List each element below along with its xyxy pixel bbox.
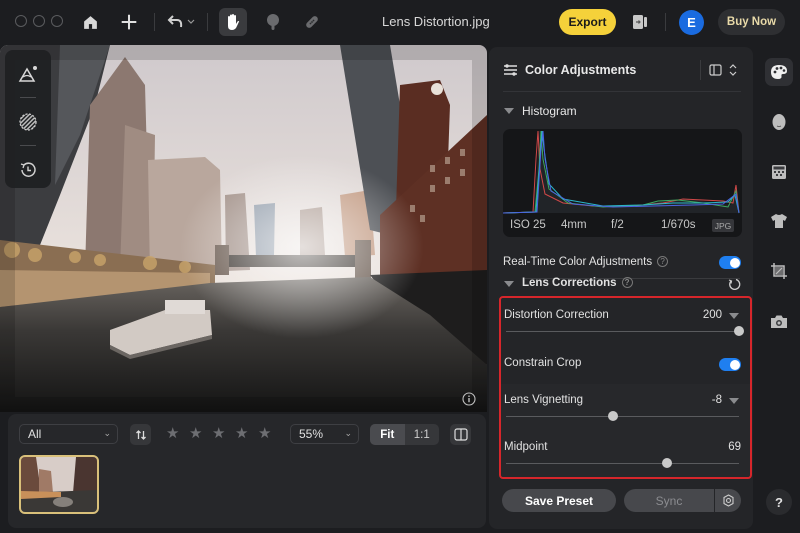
- panel-divider: [503, 91, 741, 92]
- zoom-dropdown[interactable]: 55% ⌄: [290, 424, 359, 444]
- export-button[interactable]: Export: [559, 9, 616, 35]
- filmstrip-thumbnail[interactable]: [19, 455, 99, 514]
- history-button[interactable]: [16, 158, 40, 182]
- histogram-heading: Histogram: [522, 104, 577, 118]
- one-to-one-button[interactable]: 1:1: [405, 424, 440, 445]
- filter-dropdown[interactable]: All ⌄: [19, 424, 118, 444]
- rating-star-2[interactable]: ★: [189, 426, 202, 441]
- sidebar-clothing[interactable]: [765, 207, 793, 235]
- split-view-icon: [453, 428, 468, 441]
- histogram-collapse-icon[interactable]: [504, 108, 514, 114]
- zoom-value: 55%: [299, 427, 324, 441]
- highlight-box: [499, 296, 752, 479]
- user-avatar[interactable]: E: [679, 10, 704, 35]
- sidebar-camera[interactable]: [765, 307, 793, 335]
- thumbnail-image: [21, 457, 97, 512]
- crop-icon: [771, 263, 787, 279]
- plus-icon: [121, 14, 137, 30]
- rating-star-1[interactable]: ★: [166, 426, 179, 441]
- face-icon: [772, 114, 786, 130]
- sync-settings-button[interactable]: [715, 489, 741, 512]
- home-button[interactable]: [76, 8, 104, 36]
- lens-corrections-heading: Lens Corrections: [522, 277, 617, 289]
- titlebar: Lens Distortion.jpg Export E Buy Now: [0, 0, 800, 44]
- palette-icon: [771, 65, 787, 79]
- panel-title: Color Adjustments: [525, 63, 637, 77]
- hand-icon: [228, 14, 240, 30]
- view-mode-segmented: Fit 1:1: [370, 424, 439, 445]
- sidebar-portrait[interactable]: [765, 108, 793, 136]
- history-icon: [20, 162, 36, 177]
- exif-iso: ISO 25: [510, 219, 546, 231]
- sidebar-crop[interactable]: [765, 257, 793, 285]
- photo-image: [0, 45, 487, 412]
- sort-button[interactable]: [130, 424, 151, 445]
- save-preset-button[interactable]: Save Preset: [502, 489, 616, 512]
- image-info-button[interactable]: [462, 392, 476, 406]
- hand-tool-button[interactable]: [219, 8, 247, 36]
- exif-aperture: f/2: [611, 219, 624, 231]
- floating-tool-palette: [5, 50, 51, 188]
- window-zoom-button[interactable]: [51, 15, 63, 27]
- toolbar-divider: [665, 13, 666, 31]
- compare-button[interactable]: [450, 424, 471, 445]
- home-icon: [83, 15, 97, 29]
- share-button[interactable]: [626, 8, 654, 36]
- face-retouch-icon: [267, 14, 279, 30]
- file-format-badge: JPG: [712, 219, 734, 232]
- filter-value: All: [28, 427, 42, 441]
- panel-layout-button[interactable]: [709, 64, 722, 76]
- bandage-icon: [306, 16, 318, 28]
- palette-divider: [20, 145, 36, 146]
- realtime-adjust-toggle[interactable]: [719, 256, 741, 269]
- lens-corrections-collapse-icon[interactable]: [504, 281, 514, 287]
- mountain-sparkle-icon: [18, 66, 37, 82]
- help-icon[interactable]: ?: [621, 277, 633, 288]
- fit-button[interactable]: Fit: [370, 424, 405, 445]
- window-close-button[interactable]: [15, 15, 27, 27]
- info-icon: [462, 392, 476, 406]
- chevron-down-icon: ⌄: [103, 428, 111, 438]
- help-icon[interactable]: ?: [657, 256, 669, 267]
- exif-shutter: 1/670s: [661, 219, 696, 231]
- sync-button[interactable]: Sync: [624, 489, 714, 512]
- toolbar-divider: [207, 13, 208, 31]
- undo-icon: [167, 15, 183, 28]
- realtime-adjust-row: Real-Time Color Adjustments?: [503, 256, 669, 268]
- rating-star-5[interactable]: ★: [258, 426, 271, 441]
- palette-divider: [20, 97, 36, 98]
- healing-tool-button[interactable]: [298, 8, 326, 36]
- shirt-icon: [771, 214, 787, 228]
- sidebar-color-adjustments[interactable]: [765, 58, 793, 86]
- ai-adjust-button[interactable]: [16, 62, 40, 86]
- document-title: Lens Distortion.jpg: [382, 14, 490, 29]
- gear-icon: [722, 494, 734, 507]
- camera-icon: [771, 315, 787, 328]
- photo-canvas[interactable]: [0, 45, 487, 412]
- face-tool-button[interactable]: [259, 8, 287, 36]
- buy-now-button[interactable]: Buy Now: [718, 9, 785, 35]
- help-button[interactable]: ?: [766, 489, 792, 515]
- toolbar-divider: [154, 13, 155, 31]
- realtime-adjust-label: Real-Time Color Adjustments: [503, 256, 653, 268]
- undo-button[interactable]: [163, 8, 199, 36]
- sort-icon: [135, 429, 146, 440]
- rating-star-3[interactable]: ★: [212, 426, 225, 441]
- adjustments-sliders-icon: [504, 64, 517, 76]
- reset-icon[interactable]: [727, 277, 741, 291]
- grid-filter-icon: [772, 165, 786, 179]
- exif-focal-length: 4mm: [561, 219, 587, 231]
- mask-icon: [19, 113, 37, 131]
- window-minimize-button[interactable]: [33, 15, 45, 27]
- panel-header-divider: [700, 60, 701, 80]
- new-button[interactable]: [115, 8, 143, 36]
- sidebar-presets[interactable]: [765, 158, 793, 186]
- chevron-down-icon: [187, 19, 195, 24]
- lens-corrections-row: Lens Corrections?: [522, 277, 633, 289]
- export-panel-icon: [633, 15, 647, 29]
- expand-collapse-icon[interactable]: [728, 62, 738, 78]
- mask-tool-button[interactable]: [16, 110, 40, 134]
- chevron-down-icon: ⌄: [344, 428, 352, 438]
- rating-star-4[interactable]: ★: [235, 426, 248, 441]
